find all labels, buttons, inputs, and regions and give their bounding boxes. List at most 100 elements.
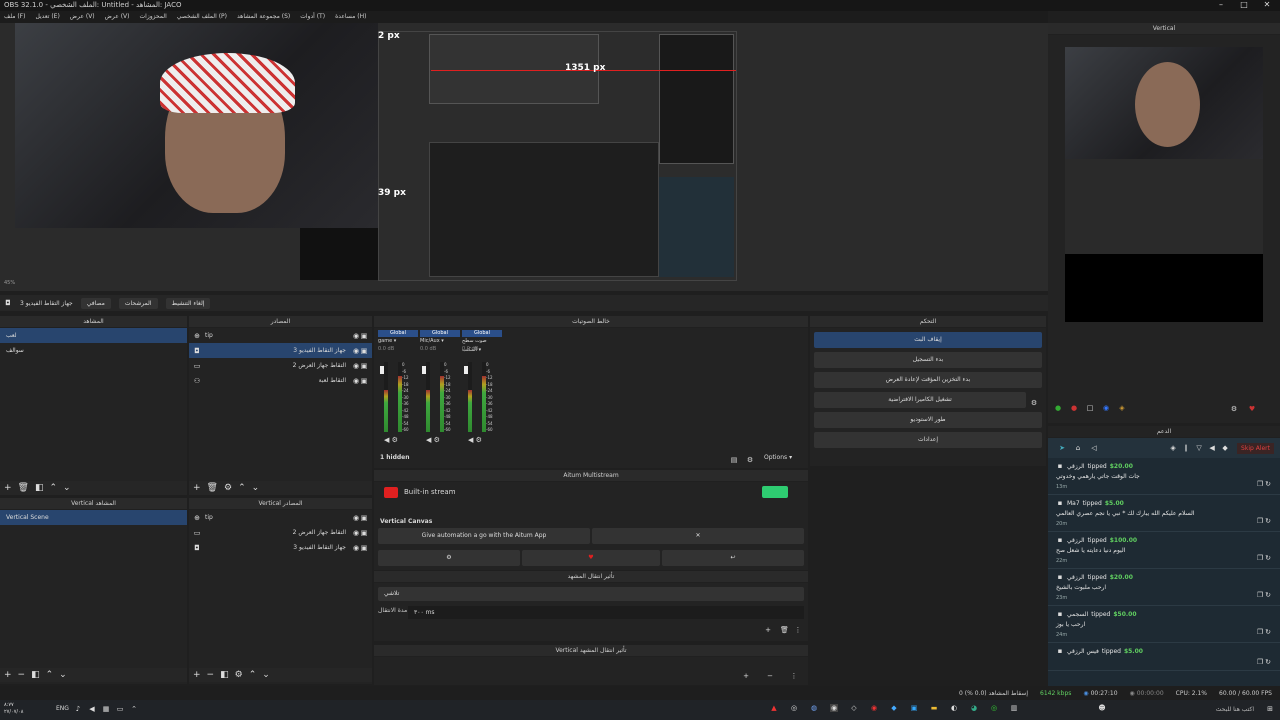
replay-icon[interactable]: ↻: [1264, 517, 1272, 525]
volume-slider[interactable]: [464, 366, 468, 374]
control-button[interactable]: بدء التخزين المؤقت لإعادة العرض: [814, 372, 1042, 388]
home-icon[interactable]: ⌂: [1074, 444, 1082, 452]
scene-item[interactable]: سوالف: [0, 343, 187, 358]
channel-settings-icon[interactable]: ⚙: [434, 436, 440, 444]
source-settings-icon[interactable]: ⚙: [235, 670, 243, 680]
store-icon[interactable]: ▣: [910, 704, 918, 712]
menu-item[interactable]: مساعدة (H): [335, 11, 366, 23]
copy-icon[interactable]: ❐: [1256, 554, 1264, 562]
more-icon[interactable]: ⋮: [790, 672, 798, 680]
mixer-settings-icon[interactable]: ⚙: [746, 456, 754, 464]
replay-icon[interactable]: ↻: [1264, 554, 1272, 562]
lock-icon[interactable]: ▣: [360, 544, 368, 552]
properties-button[interactable]: مصافي: [80, 297, 111, 309]
copy-icon[interactable]: ❐: [1256, 658, 1264, 666]
vertical-preview[interactable]: [1065, 47, 1263, 322]
source-filter-icon[interactable]: ◧: [220, 670, 229, 680]
copy-icon[interactable]: ❐: [1256, 591, 1264, 599]
menu-item[interactable]: تعديل (E): [35, 11, 59, 23]
visibility-icon[interactable]: ◉: [352, 544, 360, 552]
filter-icon[interactable]: ▽: [1195, 444, 1203, 452]
control-button[interactable]: بدء التسجيل: [814, 352, 1042, 368]
app-icon[interactable]: ◐: [950, 704, 958, 712]
channel-settings-icon[interactable]: ⚙: [476, 436, 482, 444]
move-down-icon[interactable]: ⌄: [59, 670, 67, 680]
task-view-icon[interactable]: ▥: [1010, 704, 1018, 712]
app-icon[interactable]: ◆: [890, 704, 898, 712]
move-down-icon[interactable]: ⌄: [63, 483, 71, 493]
source-row[interactable]: ⊕ tip ◉ ▣: [189, 328, 372, 343]
add-transition-icon[interactable]: +: [764, 626, 772, 634]
aitum-link-icon[interactable]: ↩: [662, 550, 804, 566]
control-button[interactable]: إعدادات: [814, 432, 1042, 448]
remove-source-icon[interactable]: −: [207, 670, 215, 680]
menu-item[interactable]: المحزوزات: [140, 11, 167, 23]
duration-input[interactable]: ٣٠٠ ms: [408, 606, 804, 619]
close-icon[interactable]: ✕: [1256, 0, 1278, 11]
move-up-icon[interactable]: ⌃: [249, 670, 257, 680]
menu-item[interactable]: أدوات (T): [300, 11, 325, 23]
tray-expand-icon[interactable]: ⌃: [130, 705, 138, 713]
lock-icon[interactable]: ▣: [360, 362, 368, 370]
lock-icon[interactable]: ▣: [360, 347, 368, 355]
source-settings-icon[interactable]: ⚙: [224, 483, 232, 493]
taskbar-search[interactable]: اكتب هنا للبحث: [1128, 703, 1260, 717]
add-vtransition-icon[interactable]: +: [742, 672, 750, 680]
backtrack-icon[interactable]: ◈: [1118, 404, 1126, 412]
app-icon[interactable]: ◉: [870, 704, 878, 712]
discord-icon[interactable]: ◍: [810, 704, 818, 712]
source-row[interactable]: ◘ جهاز التقاط الفيديو 3 ◉ ▣: [189, 343, 372, 358]
aitum-settings-icon[interactable]: ⚙: [378, 550, 520, 566]
filters-button[interactable]: المرشحات: [118, 297, 158, 309]
source-row[interactable]: ⚇ التقاط لعبة ◉ ▣: [189, 373, 372, 388]
network-icon[interactable]: ▦: [102, 705, 110, 713]
lock-icon[interactable]: ▣: [360, 377, 368, 385]
lock-icon[interactable]: ▣: [360, 529, 368, 537]
vertical-scene-item[interactable]: Vertical Scene: [0, 510, 187, 525]
battery-icon[interactable]: ▭: [116, 705, 124, 713]
lock-icon[interactable]: ▣: [360, 514, 368, 522]
mute-icon[interactable]: ◀: [384, 436, 389, 444]
remove-vtransition-icon[interactable]: −: [766, 672, 774, 680]
replay-icon[interactable]: ↻: [1264, 591, 1272, 599]
add-source-icon[interactable]: +: [193, 483, 201, 493]
visibility-icon[interactable]: ◉: [352, 362, 360, 370]
remove-transition-icon[interactable]: 🗑: [780, 626, 789, 634]
lock-icon[interactable]: ▣: [360, 332, 368, 340]
visibility-icon[interactable]: ◉: [352, 347, 360, 355]
scene-item[interactable]: لعب: [0, 328, 187, 343]
minimize-icon[interactable]: –: [1210, 0, 1232, 11]
bell-icon[interactable]: ◆: [1221, 444, 1229, 452]
control-button[interactable]: إيقاف البث: [814, 332, 1042, 348]
pause-icon[interactable]: ∥: [1182, 444, 1190, 452]
stop-icon[interactable]: □: [1086, 404, 1094, 412]
volume-icon[interactable]: ◀: [88, 705, 96, 713]
transition-select[interactable]: تلاشي: [378, 587, 804, 601]
scene-filter-icon[interactable]: ◧: [31, 670, 40, 680]
send-icon[interactable]: ➤: [1058, 444, 1066, 452]
copy-icon[interactable]: ❐: [1256, 517, 1264, 525]
visibility-icon[interactable]: ◉: [352, 514, 360, 522]
channel-name[interactable]: صوت سطح المكتب ▾: [462, 337, 502, 353]
move-up-icon[interactable]: ⌃: [46, 670, 54, 680]
remove-scene-icon[interactable]: 🗑: [18, 483, 29, 493]
aitum-promo[interactable]: Give automation a go with the Aitum App: [378, 528, 590, 544]
move-up-icon[interactable]: ⌃: [50, 483, 58, 493]
replay-icon[interactable]: ↻: [1264, 628, 1272, 636]
control-button[interactable]: طور الاستوديو: [814, 412, 1042, 428]
vertical-source-row[interactable]: ⊕ tip ◉ ▣: [189, 510, 372, 525]
deactivate-button[interactable]: إلغاء التنشيط: [165, 297, 211, 309]
start-icon[interactable]: ⊞: [1266, 705, 1274, 713]
vertical-settings-icon[interactable]: ⚙: [1230, 405, 1238, 413]
add-scene-icon[interactable]: +: [4, 483, 12, 493]
move-up-icon[interactable]: ⌃: [238, 483, 246, 493]
source-row[interactable]: ▭ التقاط جهاز العرض 2 ◉ ▣: [189, 358, 372, 373]
channel-name[interactable]: game ▾: [378, 337, 418, 346]
copy-icon[interactable]: ❐: [1256, 628, 1264, 636]
menu-item[interactable]: ملف (F): [4, 11, 25, 23]
stream-toggle[interactable]: [762, 486, 788, 498]
maximize-icon[interactable]: □: [1233, 0, 1255, 11]
vertical-source-row[interactable]: ▭ التقاط جهاز العرض 2 ◉ ▣: [189, 525, 372, 540]
steam-icon[interactable]: ◎: [790, 704, 798, 712]
mute-icon[interactable]: ◀: [1208, 444, 1216, 452]
